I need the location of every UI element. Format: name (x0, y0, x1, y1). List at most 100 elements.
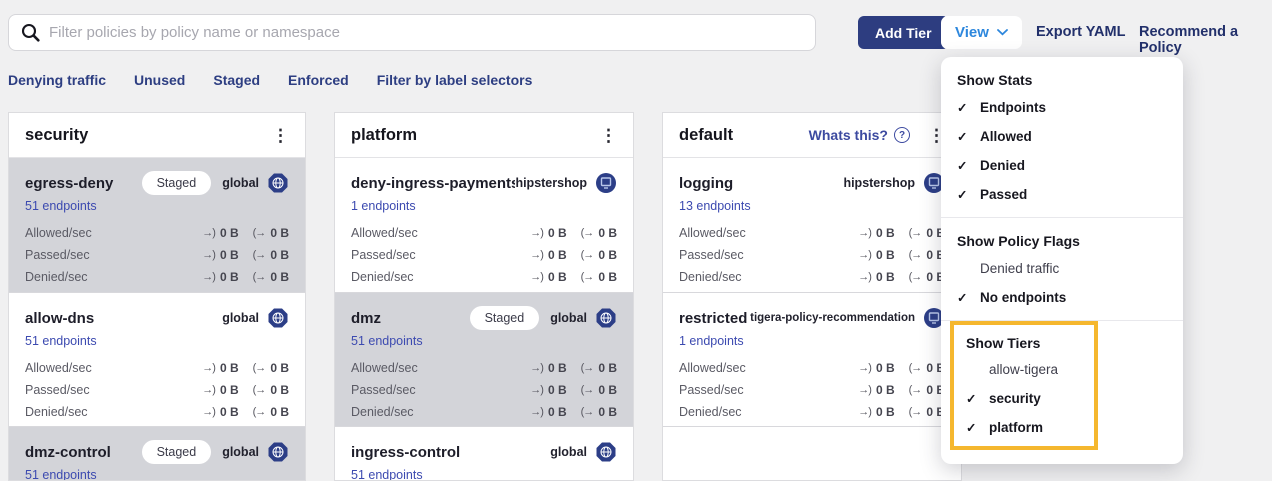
global-policy-icon (267, 307, 289, 329)
ingress-icon: →) (530, 249, 543, 261)
menu-item-label: Allowed (980, 129, 1032, 144)
stat-row: Allowed/sec→)0 B(→0 B (25, 357, 289, 379)
stat-in-value: 0 B (220, 361, 239, 375)
policy-stats: Allowed/sec→)0 B(→0 BPassed/sec→)0 B(→0 … (679, 222, 945, 288)
policy-name: dmz (351, 310, 470, 327)
menu-section-show-policy-flags: Show Policy Flags ✓ Denied traffic ✓ No … (941, 217, 1183, 320)
menu-item-denied-traffic[interactable]: ✓ Denied traffic (941, 254, 1183, 283)
check-icon: ✓ (957, 100, 972, 115)
staged-badge: Staged (470, 306, 540, 330)
tier-column-security: security ⋮ egress-deny Staged global 51 … (8, 112, 306, 481)
stat-label: Denied/sec (25, 405, 188, 419)
stat-out-value: 0 B (598, 361, 617, 375)
endpoints-link[interactable]: 13 endpoints (679, 199, 945, 217)
ingress-icon: →) (858, 384, 871, 396)
endpoints-link[interactable]: 1 endpoints (679, 334, 945, 352)
chevron-down-icon (997, 29, 1008, 36)
view-button-label: View (955, 24, 989, 41)
policy-card-allow-dns[interactable]: allow-dns global 51 endpoints Allowed/se… (9, 292, 305, 426)
filter-denying-traffic[interactable]: Denying traffic (8, 72, 106, 88)
tier-column-platform: platform ⋮ deny-ingress-paymentservi… hi… (334, 112, 634, 481)
menu-item-passed[interactable]: ✓ Passed (941, 180, 1183, 209)
policy-name: ingress-control (351, 444, 550, 461)
stat-in-value: 0 B (876, 405, 895, 419)
search-input[interactable] (49, 24, 803, 41)
ingress-icon: →) (202, 249, 215, 261)
menu-section-show-stats: Show Stats ✓ Endpoints ✓ Allowed ✓ Denie… (941, 57, 1183, 217)
menu-item-platform[interactable]: ✓ platform (954, 413, 1094, 442)
stat-in-value: 0 B (876, 270, 895, 284)
recommend-policy-button[interactable]: Recommend a Policy (1139, 24, 1272, 56)
policy-name: deny-ingress-paymentservi… (351, 175, 515, 192)
ingress-icon: →) (858, 227, 871, 239)
menu-item-allow-tigera[interactable]: ✓ allow-tigera (954, 355, 1094, 384)
stat-in-value: 0 B (876, 226, 895, 240)
policy-card-ingress-control[interactable]: ingress-control global 51 endpoints Allo… (335, 426, 633, 481)
menu-item-denied[interactable]: ✓ Denied (941, 151, 1183, 180)
menu-item-label: allow-tigera (989, 362, 1058, 377)
stat-row: Passed/sec→)0 B(→0 B (25, 379, 289, 401)
endpoints-link[interactable]: 51 endpoints (25, 199, 289, 217)
policy-card-deny-ingress-paymentservice[interactable]: deny-ingress-paymentservi… hipstershop 1… (335, 158, 633, 292)
policy-name: logging (679, 175, 843, 192)
whats-this-link[interactable]: Whats this? ? (809, 127, 910, 143)
menu-item-no-endpoints[interactable]: ✓ No endpoints (941, 283, 1183, 312)
policy-card-egress-deny[interactable]: egress-deny Staged global 51 endpoints A… (9, 158, 305, 292)
filter-label-selectors[interactable]: Filter by label selectors (377, 72, 533, 88)
stat-out-value: 0 B (598, 226, 617, 240)
namespace-policy-icon (595, 172, 617, 194)
egress-icon: (→ (581, 271, 594, 283)
check-icon: ✓ (957, 187, 972, 202)
policy-card-logging[interactable]: logging hipstershop 13 endpoints Allowed… (663, 158, 961, 292)
menu-item-allowed[interactable]: ✓ Allowed (941, 122, 1183, 151)
stat-out-value: 0 B (598, 270, 617, 284)
kebab-menu-icon[interactable]: ⋮ (272, 127, 289, 144)
egress-icon: (→ (909, 249, 922, 261)
endpoints-link[interactable]: 51 endpoints (351, 468, 617, 481)
stat-label: Denied/sec (25, 270, 188, 284)
stat-in-value: 0 B (876, 383, 895, 397)
ingress-icon: →) (530, 384, 543, 396)
filter-staged[interactable]: Staged (213, 72, 260, 88)
stat-label: Denied/sec (351, 270, 516, 284)
tier-header: platform ⋮ (335, 113, 633, 158)
view-dropdown-button[interactable]: View (941, 16, 1022, 49)
stat-label: Allowed/sec (351, 226, 516, 240)
tier-header: security ⋮ (9, 113, 305, 158)
menu-item-label: Endpoints (980, 100, 1046, 115)
ingress-icon: →) (202, 362, 215, 374)
ingress-icon: →) (858, 271, 871, 283)
endpoints-link[interactable]: 1 endpoints (351, 199, 617, 217)
policy-stats: Allowed/sec→)0 B(→0 BPassed/sec→)0 B(→0 … (25, 222, 289, 288)
export-yaml-button[interactable]: Export YAML (1036, 24, 1125, 40)
policy-card-restricted[interactable]: restricted tigera-policy-recommendation … (663, 292, 961, 426)
stat-row: Allowed/sec→)0 B(→0 B (25, 222, 289, 244)
egress-icon: (→ (253, 384, 266, 396)
ingress-icon: →) (858, 406, 871, 418)
policy-card-dmz[interactable]: dmz Staged global 51 endpoints Allowed/s… (335, 292, 633, 426)
endpoints-link[interactable]: 51 endpoints (25, 468, 289, 481)
menu-section-header: Show Tiers (954, 331, 1094, 355)
filter-enforced[interactable]: Enforced (288, 72, 349, 88)
stat-label: Allowed/sec (679, 361, 844, 375)
stat-label: Passed/sec (25, 248, 188, 262)
policy-search[interactable] (8, 14, 816, 51)
stat-label: Allowed/sec (351, 361, 516, 375)
kebab-menu-icon[interactable]: ⋮ (600, 127, 617, 144)
endpoints-link[interactable]: 51 endpoints (25, 334, 289, 352)
endpoints-link[interactable]: 51 endpoints (351, 334, 617, 352)
filter-unused[interactable]: Unused (134, 72, 185, 88)
policy-name: allow-dns (25, 310, 222, 327)
add-tier-button[interactable]: Add Tier (858, 16, 949, 49)
stat-in-value: 0 B (548, 361, 567, 375)
menu-item-security[interactable]: ✓ security (954, 384, 1094, 413)
egress-icon: (→ (909, 406, 922, 418)
policy-card-dmz-control[interactable]: dmz-control Staged global 51 endpoints A… (9, 426, 305, 481)
menu-item-endpoints[interactable]: ✓ Endpoints (941, 93, 1183, 122)
menu-section-header: Show Stats (941, 67, 1183, 93)
policy-scope: hipstershop (843, 176, 915, 190)
menu-section-header: Show Policy Flags (941, 228, 1183, 254)
egress-icon: (→ (581, 406, 594, 418)
stat-in-value: 0 B (876, 361, 895, 375)
stat-out-value: 0 B (598, 383, 617, 397)
